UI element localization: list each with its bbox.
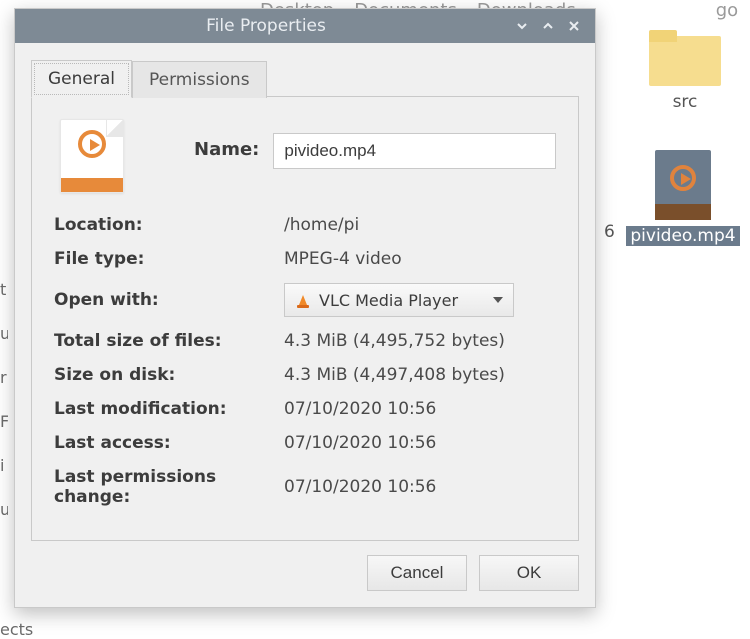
desktop-file-pivideo[interactable]: pivideo.mp4 <box>618 150 748 246</box>
lastmod-value: 07/10/2020 10:56 <box>284 399 556 419</box>
file-properties-dialog: File Properties General Permissions Name… <box>14 8 596 608</box>
background-left-strip: t u r F i u <box>0 280 8 524</box>
close-icon[interactable] <box>561 13 587 39</box>
lastperm-label: Last permissions change: <box>54 467 284 507</box>
lastaccess-label: Last access: <box>54 433 284 453</box>
desktop-folder-src[interactable]: src <box>620 30 750 112</box>
maximize-icon[interactable] <box>535 13 561 39</box>
sizeondisk-value: 4.3 MiB (4,497,408 bytes) <box>284 365 556 385</box>
file-label: pivideo.mp4 <box>626 226 739 246</box>
background-bottom-text: ects <box>0 620 33 639</box>
titlebar[interactable]: File Properties <box>15 9 595 43</box>
totalsize-label: Total size of files: <box>54 331 284 351</box>
lastmod-label: Last modification: <box>54 399 284 419</box>
filetype-value: MPEG-4 video <box>284 249 556 269</box>
tabpanel-general: Name: Location: /home/pi File type: MPEG… <box>31 96 579 541</box>
dialog-buttons: Cancel OK <box>15 541 595 607</box>
folder-label: src <box>673 92 698 112</box>
tab-general[interactable]: General <box>31 60 132 98</box>
video-file-icon <box>655 150 711 220</box>
lastperm-value: 07/10/2020 10:56 <box>284 477 556 497</box>
filename-input[interactable] <box>273 133 556 169</box>
tab-permissions[interactable]: Permissions <box>132 61 267 98</box>
file-preview-icon <box>60 119 124 193</box>
background-number: 6 <box>604 222 615 242</box>
filetype-label: File type: <box>54 249 284 269</box>
sizeondisk-label: Size on disk: <box>54 365 284 385</box>
openwith-value: VLC Media Player <box>319 291 458 310</box>
ok-button[interactable]: OK <box>479 555 579 591</box>
tabstrip: General Permissions <box>31 59 579 97</box>
openwith-dropdown[interactable]: VLC Media Player <box>284 283 514 317</box>
totalsize-value: 4.3 MiB (4,495,752 bytes) <box>284 331 556 351</box>
openwith-label: Open with: <box>54 290 284 310</box>
cancel-button[interactable]: Cancel <box>367 555 467 591</box>
window-title: File Properties <box>23 16 509 36</box>
chevron-down-icon <box>493 297 503 303</box>
vlc-icon <box>295 292 311 308</box>
name-label: Name: <box>194 119 259 160</box>
minimize-icon[interactable] <box>509 13 535 39</box>
location-value: /home/pi <box>284 215 556 235</box>
folder-icon <box>649 30 721 86</box>
lastaccess-value: 07/10/2020 10:56 <box>284 433 556 453</box>
location-label: Location: <box>54 215 284 235</box>
